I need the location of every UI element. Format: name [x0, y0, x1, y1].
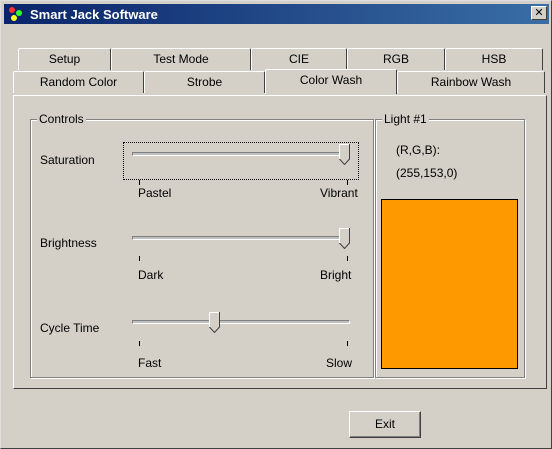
tab-test-mode[interactable]: Test Mode	[111, 48, 251, 70]
app-icon	[8, 6, 24, 22]
tab-hsb[interactable]: HSB	[445, 48, 543, 70]
tab-cie[interactable]: CIE	[251, 48, 347, 70]
close-icon: ✕	[534, 7, 544, 19]
brightness-thumb[interactable]	[339, 228, 350, 249]
light-group-label: Light #1	[382, 112, 429, 126]
rgb-label: (R,G,B):	[396, 143, 440, 157]
tab-label: Setup	[48, 52, 81, 66]
color-wash-panel: Controls Saturation Pastel Vibrant Brigh…	[13, 95, 547, 389]
close-button[interactable]: ✕	[531, 6, 547, 20]
tab-label: Random Color	[39, 75, 118, 89]
cycle-time-label: Cycle Time	[40, 321, 100, 335]
saturation-tick-min	[139, 180, 140, 185]
saturation-slider[interactable]	[132, 142, 357, 172]
saturation-thumb[interactable]	[339, 144, 350, 165]
tab-color-wash[interactable]: Color Wash	[265, 69, 397, 94]
brightness-slider[interactable]	[132, 226, 357, 256]
cycle-time-tick-max	[347, 341, 348, 346]
tab-strobe[interactable]: Strobe	[144, 71, 265, 93]
window-title: Smart Jack Software	[30, 6, 158, 22]
brightness-track	[132, 236, 350, 240]
cycle-time-track	[132, 320, 350, 324]
controls-group-label: Controls	[37, 112, 86, 126]
tab-label: Rainbow Wash	[430, 75, 512, 89]
tab-label: Color Wash	[299, 73, 363, 87]
tab-rgb[interactable]: RGB	[347, 48, 445, 70]
main-window: Smart Jack Software ✕ Setup Test Mode CI…	[0, 0, 552, 449]
cycle-time-tick-min	[139, 341, 140, 346]
exit-label: Exit	[374, 417, 395, 431]
saturation-min-label: Pastel	[138, 186, 172, 200]
saturation-label: Saturation	[40, 153, 95, 167]
brightness-label: Brightness	[40, 236, 97, 250]
brightness-max-label: Bright	[320, 268, 352, 282]
tab-label: RGB	[382, 52, 409, 66]
tab-label: CIE	[288, 52, 309, 66]
rgb-value: (255,153,0)	[396, 166, 458, 180]
title-bar[interactable]: Smart Jack Software ✕	[4, 4, 549, 24]
exit-button[interactable]: Exit	[349, 411, 421, 438]
saturation-tick-max	[347, 180, 348, 185]
brightness-tick-min	[139, 256, 140, 261]
tab-label: HSB	[481, 52, 507, 66]
cycle-time-thumb[interactable]	[209, 312, 220, 333]
brightness-tick-max	[347, 256, 348, 261]
tab-random-color[interactable]: Random Color	[13, 71, 144, 93]
cycle-time-slider[interactable]	[132, 310, 357, 340]
brightness-min-label: Dark	[138, 268, 164, 282]
saturation-max-label: Vibrant	[320, 186, 358, 200]
cycle-time-max-label: Slow	[326, 356, 353, 370]
tab-label: Strobe	[186, 75, 223, 89]
light-color-swatch	[381, 199, 518, 369]
cycle-time-min-label: Fast	[138, 356, 162, 370]
tab-setup[interactable]: Setup	[18, 48, 111, 70]
tab-rainbow-wash[interactable]: Rainbow Wash	[397, 71, 545, 93]
tab-label: Test Mode	[153, 52, 209, 66]
saturation-track	[132, 152, 350, 156]
